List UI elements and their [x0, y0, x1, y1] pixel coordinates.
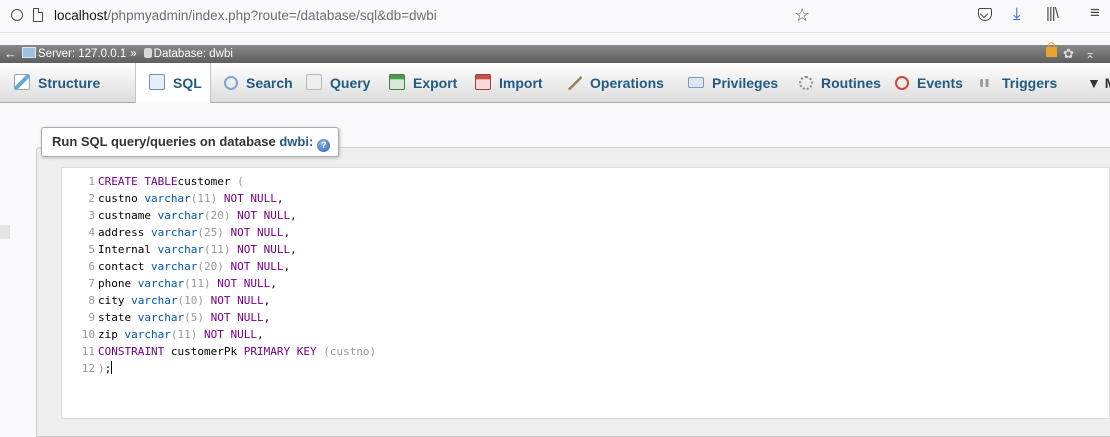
structure-icon: [14, 74, 30, 90]
sql-icon: [149, 74, 165, 90]
sql-legend: Run SQL query/queries on database dwbi:?: [41, 127, 340, 157]
tab-import[interactable]: Import: [475, 63, 543, 103]
tab-sql[interactable]: SQL: [135, 63, 211, 103]
server-breadcrumb-bar: ← Server: 127.0.0.1 » Database: dwbi ✿ ⌅: [0, 42, 1110, 63]
database-tabs: Structure SQL Search Query Export Import…: [0, 63, 1110, 103]
export-icon: [389, 74, 405, 90]
tab-triggers[interactable]: Triggers: [980, 63, 1057, 103]
breadcrumb-server[interactable]: Server: 127.0.0.1: [38, 48, 126, 60]
browser-toolbar: localhost/phpmyadmin/index.php?route=/da…: [0, 0, 1110, 33]
page-icon[interactable]: [33, 8, 43, 22]
clock-icon: [895, 76, 909, 90]
url-bar[interactable]: localhost/phpmyadmin/index.php?route=/da…: [54, 8, 437, 23]
code-text: );: [98, 361, 113, 375]
breadcrumb-separator: »: [130, 48, 137, 60]
breadcrumb: Server: 127.0.0.1 » Database: dwbi: [18, 45, 233, 63]
gear-icon[interactable]: ✿: [1063, 45, 1074, 63]
code-line[interactable]: 5 Internal varchar(11) NOT NULL,: [62, 241, 297, 258]
library-icon[interactable]: |||\: [1046, 5, 1059, 22]
back-arrow-icon[interactable]: ←: [4, 45, 17, 63]
line-number: 12: [81, 362, 95, 375]
code-text: zip varchar(11) NOT NULL,: [98, 328, 264, 341]
tab-query[interactable]: Query: [306, 63, 370, 103]
url-path: /phpmyadmin/index.php?route=/database/sq…: [107, 8, 437, 23]
code-text: CONSTRAINT customerPk PRIMARY KEY (custn…: [98, 345, 377, 358]
code-text: state varchar(5) NOT NULL,: [98, 311, 271, 324]
code-text: custname varchar(20) NOT NULL,: [98, 209, 297, 222]
line-number: 4: [88, 226, 95, 239]
left-panel-edge: [0, 225, 10, 239]
download-icon[interactable]: ⤓: [1013, 4, 1021, 24]
code-text: address varchar(25) NOT NULL,: [98, 226, 291, 239]
routines-icon: [799, 76, 813, 90]
tab-privileges[interactable]: Privileges: [688, 63, 778, 103]
code-line[interactable]: 3 custname varchar(20) NOT NULL,: [62, 207, 297, 224]
import-icon: [475, 74, 491, 90]
help-icon[interactable]: ?: [317, 139, 331, 152]
tab-export[interactable]: Export: [389, 63, 457, 103]
code-text: phone varchar(11) NOT NULL,: [98, 277, 277, 290]
code-line[interactable]: 8 city varchar(10) NOT NULL,: [62, 292, 270, 309]
collapse-icon[interactable]: ⌅: [1085, 45, 1095, 63]
triggers-icon: [980, 79, 994, 87]
pocket-icon[interactable]: [978, 8, 992, 21]
menu-icon[interactable]: ≡: [1090, 3, 1100, 23]
star-icon[interactable]: ☆: [794, 5, 810, 26]
code-text: CREATE TABLEcustomer (: [98, 175, 244, 188]
code-line[interactable]: 2 custno varchar(11) NOT NULL,: [62, 190, 283, 207]
line-number: 11: [81, 345, 95, 358]
text-cursor: [111, 361, 113, 374]
line-number: 7: [88, 277, 95, 290]
code-line[interactable]: 6 contact varchar(20) NOT NULL,: [62, 258, 290, 275]
lock-icon[interactable]: [1046, 42, 1057, 57]
database-icon: [143, 48, 152, 58]
code-line[interactable]: 1 CREATE TABLEcustomer (: [62, 173, 244, 190]
line-number: 2: [88, 192, 95, 205]
tab-operations[interactable]: Operations: [568, 63, 664, 103]
tab-events[interactable]: Events: [895, 63, 963, 103]
line-number: 5: [88, 243, 95, 256]
sql-editor[interactable]: 1 CREATE TABLEcustomer (2 custno varchar(1…: [61, 167, 1110, 419]
privileges-icon: [688, 77, 704, 88]
code-line[interactable]: 12);: [62, 360, 113, 377]
tab-search[interactable]: Search: [224, 63, 293, 103]
search-icon: [224, 76, 238, 90]
tab-more[interactable]: ▼ M: [1087, 63, 1110, 103]
code-text: city varchar(10) NOT NULL,: [98, 294, 271, 307]
code-text: Internal varchar(11) NOT NULL,: [98, 243, 297, 256]
wrench-icon: [568, 76, 582, 90]
code-line[interactable]: 10 zip varchar(11) NOT NULL,: [62, 326, 264, 343]
shield-icon[interactable]: [11, 9, 23, 21]
query-icon: [306, 74, 322, 90]
code-text: contact varchar(20) NOT NULL,: [98, 260, 291, 273]
code-line[interactable]: 4 address varchar(25) NOT NULL,: [62, 224, 290, 241]
tab-structure[interactable]: Structure: [14, 63, 100, 103]
code-line[interactable]: 11 CONSTRAINT customerPk PRIMARY KEY (cus…: [62, 343, 376, 360]
legend-database: dwbi:: [279, 134, 314, 149]
url-host: localhost: [54, 8, 108, 23]
tab-routines[interactable]: Routines: [799, 63, 881, 103]
breadcrumb-database[interactable]: Database: dwbi: [154, 48, 233, 60]
server-icon: [22, 47, 36, 58]
line-number: 9: [88, 311, 95, 324]
line-number: 1: [88, 175, 95, 188]
code-text: custno varchar(11) NOT NULL,: [98, 192, 284, 205]
line-number: 6: [88, 260, 95, 273]
line-number: 8: [88, 294, 95, 307]
line-number: 10: [81, 328, 95, 341]
code-line[interactable]: 9 state varchar(5) NOT NULL,: [62, 309, 270, 326]
code-line[interactable]: 7 phone varchar(11) NOT NULL,: [62, 275, 277, 292]
line-number: 3: [88, 209, 95, 222]
